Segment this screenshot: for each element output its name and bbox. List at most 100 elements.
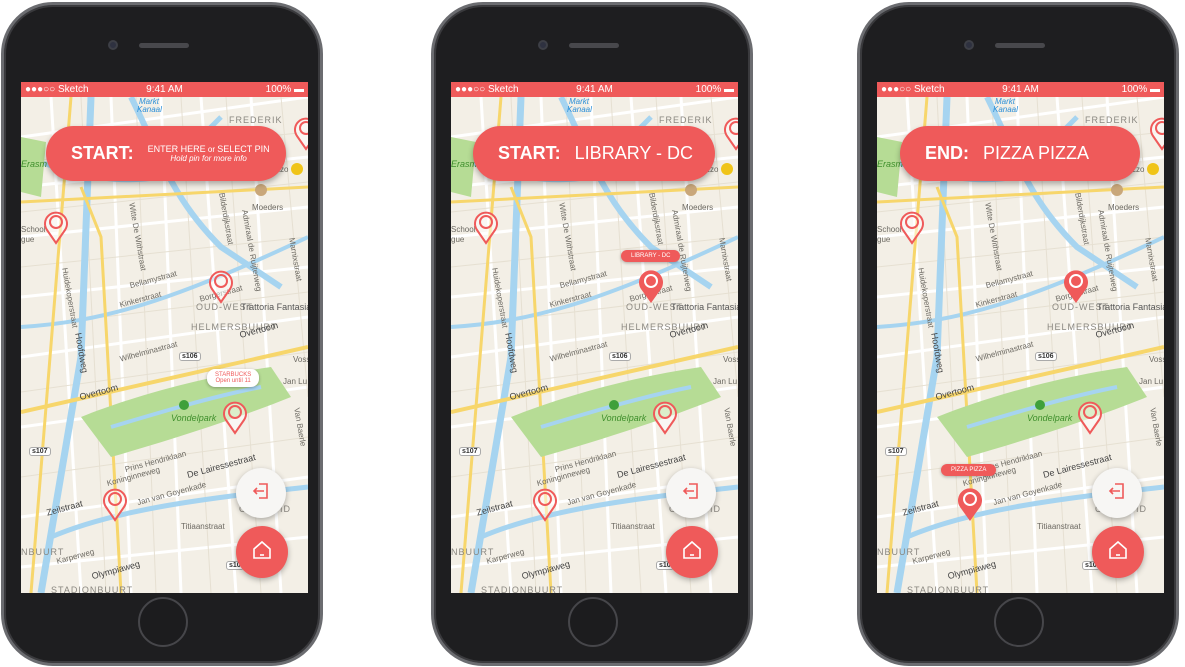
map-pin-icon[interactable] bbox=[102, 486, 128, 522]
home-button[interactable] bbox=[666, 526, 718, 578]
map-label: Trattoria Fantasia bbox=[241, 302, 308, 312]
pin-tooltip[interactable]: STARBUCKS Open until 11 bbox=[207, 369, 260, 387]
map-label: School bbox=[21, 225, 46, 234]
map-label: Moeders bbox=[252, 203, 284, 212]
map-pin-icon[interactable] bbox=[532, 486, 558, 522]
map-label: Titiaanstraat bbox=[1037, 522, 1081, 531]
phone-start-empty: ●●●○○ Sketch 9:41 AM 100% ▬ Markt Kanaal… bbox=[1, 2, 323, 666]
map-pin-icon[interactable] bbox=[208, 268, 234, 304]
selected-map-pin-icon[interactable] bbox=[638, 268, 664, 304]
map-label: STADIONBUURT bbox=[51, 585, 134, 593]
pill-value: LIBRARY - DC bbox=[574, 143, 694, 163]
screen: ●●●○○ Sketch 9:41 AM 100% ▬ Markt Kanaal… bbox=[877, 82, 1164, 593]
map-pin-icon[interactable] bbox=[222, 399, 248, 435]
exit-button[interactable] bbox=[1092, 468, 1142, 518]
speaker bbox=[569, 43, 619, 48]
map-pin-icon[interactable] bbox=[723, 115, 738, 151]
map-label: Jan Lu bbox=[1139, 377, 1164, 386]
map-pin-icon[interactable] bbox=[473, 209, 499, 245]
home-button[interactable] bbox=[1092, 526, 1144, 578]
selected-map-pin-icon[interactable] bbox=[957, 486, 983, 522]
pill-key: START: bbox=[498, 143, 561, 163]
map-label: Titiaanstraat bbox=[181, 522, 225, 531]
map-label: Erasm bbox=[877, 159, 904, 169]
map-pin-icon[interactable] bbox=[652, 399, 678, 435]
route-shield: s107 bbox=[885, 447, 907, 456]
map-label: Kanaal bbox=[137, 105, 162, 114]
map-label: Vondelpark bbox=[1027, 413, 1073, 423]
map-label: Vossius bbox=[723, 355, 738, 364]
map-label: Moeders bbox=[682, 203, 714, 212]
start-input-pill[interactable]: START: LIBRARY - DC bbox=[473, 126, 715, 181]
home-icon bbox=[251, 539, 273, 566]
map-label: Erasm bbox=[21, 159, 48, 169]
map-label: Moeders bbox=[1108, 203, 1140, 212]
map-label: gue bbox=[21, 235, 35, 244]
carrier: ●●●○○ Sketch bbox=[881, 84, 945, 95]
map-label: gue bbox=[877, 235, 891, 244]
phone-start-selected: ●●●○○ Sketch 9:41 AM 100% ▬ Markt Kanaal… bbox=[431, 2, 753, 666]
map-label: Vondelpark bbox=[171, 413, 217, 423]
status-bar: ●●●○○ Sketch 9:41 AM 100% ▬ bbox=[21, 82, 308, 97]
carrier: ●●●○○ Sketch bbox=[25, 84, 89, 95]
map-pin-icon[interactable] bbox=[1077, 399, 1103, 435]
map-label: School bbox=[877, 225, 902, 234]
map-pin-icon[interactable] bbox=[293, 115, 308, 151]
map-label: Titiaanstraat bbox=[611, 522, 655, 531]
home-icon bbox=[681, 539, 703, 566]
map-label: Kanaal bbox=[993, 105, 1018, 114]
map-pin-icon[interactable] bbox=[1063, 268, 1089, 304]
pin-tooltip[interactable]: PIZZA PIZZA bbox=[941, 464, 997, 476]
map-pin-icon[interactable] bbox=[43, 209, 69, 245]
hardware-home-button[interactable] bbox=[138, 597, 188, 647]
map-label: FREDERIK bbox=[1085, 115, 1139, 125]
route-shield: s106 bbox=[179, 352, 201, 361]
screen: ●●●○○ Sketch 9:41 AM 100% ▬ Markt Kanaal… bbox=[21, 82, 308, 593]
map-label: STADIONBUURT bbox=[481, 585, 564, 593]
exit-button[interactable] bbox=[236, 468, 286, 518]
pill-value: PIZZA PIZZA bbox=[983, 143, 1090, 163]
phone-end-selected: ●●●○○ Sketch 9:41 AM 100% ▬ Markt Kanaal… bbox=[857, 2, 1179, 666]
map-label: FREDERIK bbox=[229, 115, 283, 125]
exit-icon bbox=[251, 481, 271, 506]
hardware-home-button[interactable] bbox=[568, 597, 618, 647]
map-label: School bbox=[451, 225, 476, 234]
end-input-pill[interactable]: END: PIZZA PIZZA bbox=[900, 126, 1140, 181]
route-shield: s107 bbox=[459, 447, 481, 456]
map-label: Jan Lu bbox=[713, 377, 738, 386]
pill-key: END: bbox=[925, 143, 969, 163]
map-pin-icon[interactable] bbox=[1149, 115, 1164, 151]
carrier: ●●●○○ Sketch bbox=[455, 84, 519, 95]
battery: 100% ▬ bbox=[1121, 84, 1160, 95]
route-shield: s106 bbox=[1035, 352, 1057, 361]
clock: 9:41 AM bbox=[1002, 84, 1039, 95]
start-input-pill[interactable]: START: ENTER HERE or SELECT PIN Hold pin… bbox=[46, 126, 286, 181]
hardware-home-button[interactable] bbox=[994, 597, 1044, 647]
pin-tooltip[interactable]: LIBRARY - DC bbox=[621, 250, 681, 262]
map-label: STADIONBUURT bbox=[907, 585, 990, 593]
route-shield: s107 bbox=[29, 447, 51, 456]
battery: 100% ▬ bbox=[695, 84, 734, 95]
speaker bbox=[139, 43, 189, 48]
home-button[interactable] bbox=[236, 526, 288, 578]
exit-button[interactable] bbox=[666, 468, 716, 518]
status-bar: ●●●○○ Sketch 9:41 AM 100% ▬ bbox=[877, 82, 1164, 97]
map-label: Kanaal bbox=[567, 105, 592, 114]
map-pin-icon[interactable] bbox=[899, 209, 925, 245]
map-label: FREDERIK bbox=[659, 115, 713, 125]
camera bbox=[108, 40, 118, 50]
map-label: Vossius bbox=[293, 355, 308, 364]
pill-key: START: bbox=[71, 143, 134, 163]
map-label: Trattoria Fantasia bbox=[1097, 302, 1164, 312]
exit-icon bbox=[1107, 481, 1127, 506]
map-label: Vondelpark bbox=[601, 413, 647, 423]
screen: ●●●○○ Sketch 9:41 AM 100% ▬ Markt Kanaal… bbox=[451, 82, 738, 593]
status-bar: ●●●○○ Sketch 9:41 AM 100% ▬ bbox=[451, 82, 738, 97]
camera bbox=[538, 40, 548, 50]
battery: 100% ▬ bbox=[265, 84, 304, 95]
map-label: Trattoria Fantasia bbox=[671, 302, 738, 312]
map-label: Vossius bbox=[1149, 355, 1164, 364]
map-label: Jan Lu bbox=[283, 377, 308, 386]
camera bbox=[964, 40, 974, 50]
clock: 9:41 AM bbox=[146, 84, 183, 95]
